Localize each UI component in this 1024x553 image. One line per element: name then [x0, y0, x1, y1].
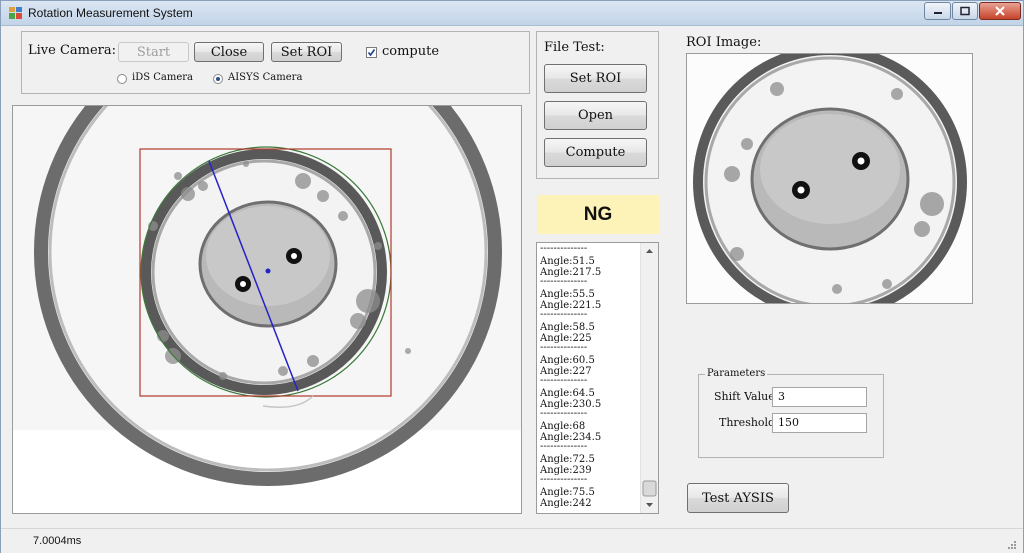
angle-log-items: -------------- Angle:51.5 Angle:217.5 -----…: [540, 245, 642, 513]
log-separator: --------------: [540, 276, 588, 287]
log-angle-entry: Angle:58.5: [540, 322, 595, 333]
minimize-button[interactable]: [924, 2, 951, 20]
title-bar[interactable]: Rotation Measurement System: [1, 1, 1023, 26]
file-set-roi-button[interactable]: Set ROI: [544, 64, 647, 93]
log-angle-entry: Angle:68: [540, 421, 586, 432]
log-angle-entry: Angle:72.5: [540, 454, 595, 465]
elapsed-time: 7.0004ms: [33, 535, 82, 547]
live-camera-label: Live Camera:: [28, 43, 117, 58]
close-camera-button[interactable]: Close: [194, 42, 264, 62]
file-test-group: File Test: Set ROI Open Compute: [536, 31, 659, 179]
angle-log[interactable]: -------------- Angle:51.5 Angle:217.5 -----…: [536, 242, 659, 514]
file-test-label: File Test:: [544, 40, 605, 55]
log-scrollbar[interactable]: [640, 243, 658, 513]
start-button[interactable]: Start: [118, 42, 189, 62]
ids-camera-label: iDS Camera: [132, 72, 194, 83]
live-set-roi-button[interactable]: Set ROI: [271, 42, 342, 62]
compute-checkbox[interactable]: [366, 47, 377, 58]
log-separator: --------------: [540, 441, 588, 452]
log-separator: --------------: [540, 375, 588, 386]
close-icon: [995, 6, 1005, 16]
resize-grip-icon[interactable]: [1007, 540, 1017, 550]
shift-value-label: Shift Value:: [714, 390, 779, 403]
roi-image-label: ROI Image:: [686, 35, 762, 50]
maximize-button[interactable]: [952, 2, 978, 20]
live-camera-group: Live Camera: Start Close Set ROI compute…: [21, 31, 530, 94]
test-aysis-button[interactable]: Test AYSIS: [687, 483, 789, 513]
open-button[interactable]: Open: [544, 101, 647, 130]
log-angle-entry: Angle:60.5: [540, 355, 595, 366]
checkmark-icon: [367, 49, 376, 57]
compute-button[interactable]: Compute: [544, 138, 647, 167]
result-indicator: NG: [537, 195, 659, 234]
close-window-button[interactable]: [979, 2, 1021, 20]
maximize-icon: [960, 6, 970, 16]
scrollbar-graphics: [642, 249, 657, 507]
log-angle-entry: Angle:51.5: [540, 256, 595, 267]
shift-value-input[interactable]: 3: [772, 387, 867, 407]
log-angle-entry: Angle:242: [540, 498, 592, 509]
log-angle-entry: Angle:55.5: [540, 289, 595, 300]
threshold-label: Threshold:: [719, 416, 779, 429]
parameters-label: Parameters: [705, 368, 768, 379]
aisys-camera-radio[interactable]: [213, 74, 223, 84]
threshold-input[interactable]: 150: [772, 413, 867, 433]
minimize-icon: [933, 12, 942, 14]
log-separator: --------------: [540, 309, 588, 320]
log-separator: --------------: [540, 408, 588, 419]
main-window: Rotation Measurement System Live Camera:…: [0, 0, 1024, 553]
roi-image: [687, 54, 972, 303]
app-icon: [9, 7, 22, 19]
window-title: Rotation Measurement System: [28, 6, 193, 20]
camera-view[interactable]: [12, 105, 522, 514]
aisys-camera-label: AISYS Camera: [228, 72, 303, 83]
log-angle-entry: Angle:64.5: [540, 388, 595, 399]
log-separator: --------------: [540, 474, 588, 485]
compute-checkbox-label: compute: [382, 44, 440, 59]
status-bar: 7.0004ms: [1, 528, 1023, 553]
log-angle-entry: Angle:75.5: [540, 487, 595, 498]
roi-image-view: [686, 53, 973, 304]
parameters-group: Parameters Shift Value: 3 Threshold: 150: [698, 368, 884, 458]
log-separator: --------------: [540, 342, 588, 353]
log-separator: --------------: [540, 245, 588, 254]
ids-camera-radio[interactable]: [117, 74, 127, 84]
camera-image: [13, 106, 521, 513]
